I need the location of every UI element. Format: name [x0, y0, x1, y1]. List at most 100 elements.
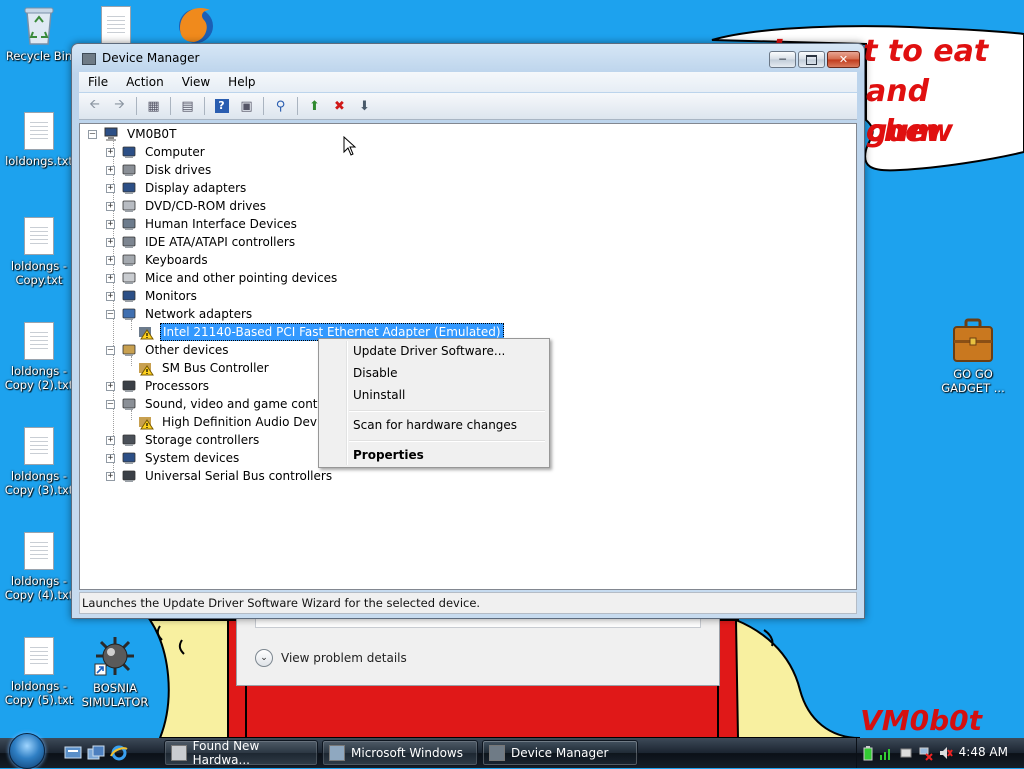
toolbar-separator [204, 97, 205, 115]
firefox-icon[interactable] [170, 2, 220, 44]
tree-item-system-devices[interactable]: + System devices [106, 449, 241, 467]
help-icon[interactable]: ? [210, 95, 233, 117]
tree-item-label: Keyboards [145, 253, 208, 267]
battery-icon[interactable] [863, 745, 873, 761]
switch-windows-icon[interactable] [87, 745, 105, 761]
tree-item-ide-ata-atapi-controllers[interactable]: + IDE ATA/ATAPI controllers [106, 233, 297, 251]
desktop-icon-loldongs-copy-2[interactable]: loldongs - Copy (2).txt [0, 322, 78, 392]
expand-toggle[interactable]: + [106, 147, 115, 157]
desktop-icon-loldongs-copy-3[interactable]: loldongs - Copy (3).txt [0, 427, 78, 497]
tree-item-label: Storage controllers [145, 433, 260, 447]
maximize-button[interactable] [798, 51, 825, 68]
device-tray-icon[interactable] [899, 745, 913, 761]
menu-file[interactable]: File [79, 75, 117, 89]
taskbar-clock[interactable]: 4:48 AM [959, 745, 1008, 759]
show-desktop-icon[interactable] [64, 745, 82, 761]
briefcase-icon [953, 318, 993, 362]
tree-item-storage-controllers[interactable]: + Storage controllers [106, 431, 261, 449]
desktop-icon-file[interactable] [78, 6, 154, 48]
tree-item-processors[interactable]: + Processors [106, 377, 211, 395]
minimize-button[interactable]: ─ [769, 51, 796, 68]
menu-item-properties[interactable]: Properties [353, 445, 424, 465]
scan-hardware-icon[interactable]: ⚲ [269, 95, 292, 117]
internet-explorer-icon[interactable] [110, 745, 128, 761]
network-adapter-icon [121, 306, 137, 322]
expand-toggle[interactable]: + [106, 255, 115, 265]
menu-item-disable[interactable]: Disable [353, 363, 398, 383]
title-bar[interactable]: Device Manager ─ ✕ [72, 44, 864, 74]
expand-toggle[interactable]: + [106, 453, 115, 463]
desktop-icon-loldongs-copy-4[interactable]: loldongs - Copy (4).txt [0, 532, 78, 602]
mouse-icon [121, 270, 137, 286]
desktop-icon-loldongs[interactable]: loldongs.txt [0, 112, 78, 168]
menu-action[interactable]: Action [117, 75, 173, 89]
start-button[interactable] [4, 733, 50, 769]
close-button[interactable]: ✕ [827, 51, 860, 68]
tree-item-disk-drives[interactable]: + Disk drives [106, 161, 213, 179]
show-hide-tree-icon[interactable]: ▦ [142, 95, 165, 117]
desktop-icon-loldongs-copy-5[interactable]: loldongs - Copy (5).txt [0, 637, 78, 707]
taskbar-button-found-new-hardware[interactable]: Found New Hardwa... [164, 739, 318, 767]
tree-item-monitors[interactable]: + Monitors [106, 287, 199, 305]
menu-item-update-driver[interactable]: Update Driver Software... [353, 341, 505, 361]
menu-item-uninstall[interactable]: Uninstall [353, 385, 405, 405]
desktop-icon-go-go-gadget[interactable]: GO GO GADGET ... [934, 316, 1012, 395]
menu-bar: File Action View Help [79, 72, 857, 92]
taskbar-button-device-manager[interactable]: Device Manager [482, 740, 638, 766]
computer-root-icon [103, 126, 119, 142]
tree-item-universal-serial-bus-controllers[interactable]: + Universal Serial Bus controllers [106, 467, 334, 485]
tree-root[interactable]: – VM0B0T [88, 125, 178, 143]
menu-help[interactable]: Help [219, 75, 264, 89]
warning-device-icon [138, 414, 154, 430]
tree-child-sm-bus-controller[interactable]: SM Bus Controller [124, 359, 271, 377]
tree-item-keyboards[interactable]: + Keyboards [106, 251, 210, 269]
volume-muted-icon[interactable] [939, 745, 953, 761]
desktop-icon-bosnia-simulator[interactable]: BOSNIA SIMULATOR [76, 634, 154, 709]
uninstall-icon[interactable]: ✖ [328, 95, 351, 117]
menu-view[interactable]: View [173, 75, 219, 89]
view-problem-details-link[interactable]: ⌄ View problem details [255, 649, 407, 667]
disable-icon[interactable]: ⬇ [353, 95, 376, 117]
expand-toggle[interactable]: + [106, 201, 115, 211]
action-pane-icon[interactable]: ▣ [235, 95, 258, 117]
signal-icon[interactable] [879, 745, 893, 761]
tree-item-label: Network adapters [145, 307, 253, 321]
tree-item-computer[interactable]: + Computer [106, 143, 207, 161]
back-arrow-icon[interactable]: 🡨 [83, 95, 106, 117]
expand-toggle[interactable]: + [106, 219, 115, 229]
collapse-toggle[interactable]: – [88, 129, 97, 139]
expand-toggle[interactable]: + [106, 183, 115, 193]
tree-item-other-devices[interactable]: – Other devices [106, 341, 231, 359]
desktop-icon-loldongs-copy[interactable]: loldongs - Copy.txt [0, 217, 78, 287]
tree-child-hd-audio-device[interactable]: High Definition Audio Device [124, 413, 336, 431]
tree-item-display-adapters[interactable]: + Display adapters [106, 179, 248, 197]
tree-item-mice-and-other-pointing-devices[interactable]: + Mice and other pointing devices [106, 269, 339, 287]
desktop-icon-recycle-bin[interactable]: Recycle Bin [0, 4, 78, 63]
expand-toggle[interactable]: + [106, 381, 115, 391]
toolbar-separator [263, 97, 264, 115]
expand-toggle[interactable]: + [106, 435, 115, 445]
update-driver-icon[interactable]: ⬆ [303, 95, 326, 117]
text-file-icon [24, 322, 54, 360]
expand-toggle[interactable]: + [106, 237, 115, 247]
device-manager-window[interactable]: Device Manager ─ ✕ File Action View Help… [71, 43, 865, 619]
network-disconnected-icon[interactable] [919, 745, 933, 761]
taskbar-button-microsoft-windows[interactable]: Microsoft Windows [322, 740, 478, 766]
properties-icon[interactable]: ▤ [176, 95, 199, 117]
expand-toggle[interactable]: + [106, 291, 115, 301]
tree-item-human-interface-devices[interactable]: + Human Interface Devices [106, 215, 299, 233]
tree-item-network-adapters[interactable]: – Network adapters [106, 305, 254, 323]
toolbar-separator [297, 97, 298, 115]
collapse-toggle[interactable]: – [106, 345, 115, 355]
collapse-toggle[interactable]: – [106, 309, 115, 319]
expand-toggle[interactable]: + [106, 165, 115, 175]
expand-toggle[interactable]: + [106, 273, 115, 283]
tree-item-label: DVD/CD-ROM drives [145, 199, 267, 213]
ide-controller-icon [121, 234, 137, 250]
collapse-toggle[interactable]: – [106, 399, 115, 409]
minimize-icon: ─ [779, 53, 786, 66]
forward-arrow-icon[interactable]: 🡪 [108, 95, 131, 117]
expand-toggle[interactable]: + [106, 471, 115, 481]
menu-item-scan-hardware[interactable]: Scan for hardware changes [353, 415, 517, 435]
tree-item-dvd-cd-rom-drives[interactable]: + DVD/CD-ROM drives [106, 197, 268, 215]
